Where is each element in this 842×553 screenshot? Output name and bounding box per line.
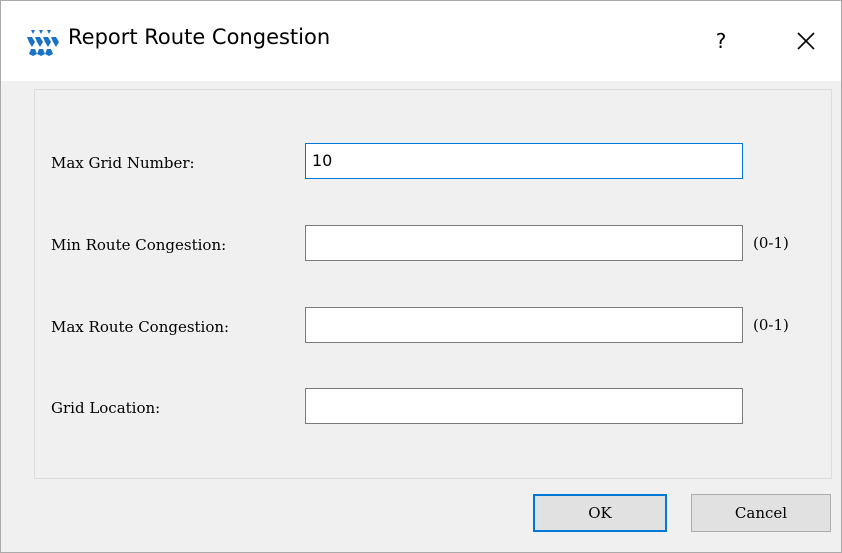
help-button[interactable]: ?	[701, 21, 741, 61]
max-grid-number-label: Max Grid Number:	[51, 154, 195, 172]
min-route-congestion-range: (0-1)	[753, 234, 789, 252]
close-icon[interactable]	[784, 21, 828, 61]
grid-location-input[interactable]	[305, 388, 743, 424]
cancel-button[interactable]: Cancel	[691, 494, 831, 532]
window-title: Report Route Congestion	[68, 25, 331, 49]
max-route-congestion-input[interactable]	[305, 307, 743, 343]
max-grid-number-input[interactable]: 10	[305, 143, 743, 179]
min-route-congestion-label: Min Route Congestion:	[51, 236, 227, 254]
grid-location-label: Grid Location:	[51, 399, 161, 417]
min-route-congestion-input[interactable]	[305, 225, 743, 261]
app-logo-icon	[27, 30, 59, 56]
report-route-congestion-dialog: Report Route Congestion ? Max Grid Numbe…	[0, 0, 842, 553]
title-bar[interactable]: Report Route Congestion ?	[1, 1, 841, 81]
ok-button[interactable]: OK	[533, 494, 667, 532]
max-route-congestion-label: Max Route Congestion:	[51, 318, 230, 336]
max-route-congestion-range: (0-1)	[753, 316, 789, 334]
